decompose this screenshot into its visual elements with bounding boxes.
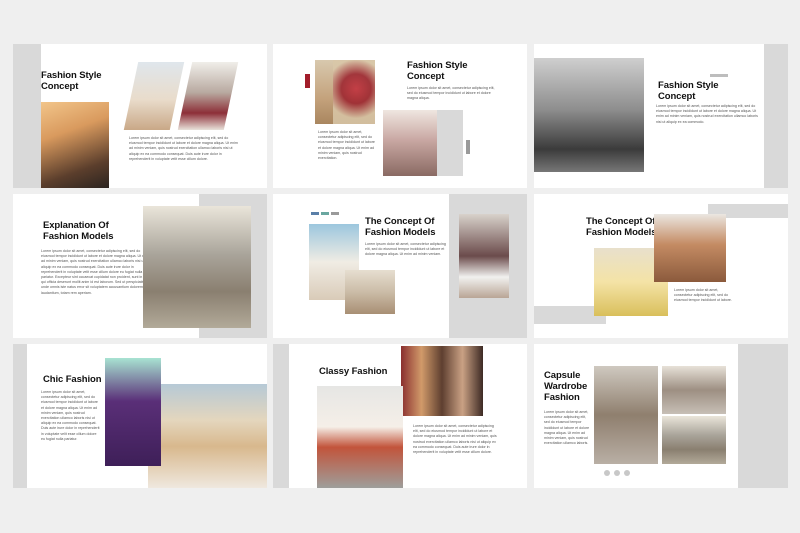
- slide-explanation-of-fashion-models[interactable]: Explanation Of Fashion Models Lorem ipsu…: [13, 194, 267, 338]
- photo-model-field: [662, 416, 726, 464]
- slide-title: Fashion Style Concept: [41, 70, 102, 92]
- photo-gray-dress-garden: [594, 366, 658, 464]
- blue-accent-bar: [311, 212, 319, 215]
- slide-title: The Concept Of Fashion Models: [365, 216, 436, 238]
- slide-title: Capsule Wardrobe Fashion: [544, 370, 588, 403]
- photo-bw-model-stairs: [534, 58, 644, 172]
- photo-brown-coat: [654, 214, 726, 282]
- photo-white-cardigan: [317, 386, 403, 488]
- slide-capsule-wardrobe-fashion[interactable]: Capsule Wardrobe Fashion Lorem ipsum dol…: [534, 344, 788, 488]
- photo-red-dress-detail: [333, 60, 375, 124]
- photo-pink-coat: [383, 110, 437, 176]
- slide-body-text: Lorem ipsum dolor sit amet, consectetur …: [129, 136, 238, 161]
- photo-clothes-rack: [401, 346, 483, 416]
- slide-classy-fashion[interactable]: Classy Fashion Lorem ipsum dolor sit ame…: [273, 344, 527, 488]
- slide-chic-fashion[interactable]: Chic Fashion Lorem ipsum dolor sit amet,…: [13, 344, 267, 488]
- photo-model-stairs: [345, 270, 395, 314]
- slide-title: Fashion Style Concept: [407, 60, 468, 82]
- teal-accent-bar: [321, 212, 329, 215]
- pagination-dot-2[interactable]: [614, 470, 620, 476]
- slide-concept-of-fashion-models-1[interactable]: The Concept Of Fashion Models Lorem ipsu…: [273, 194, 527, 338]
- photo-dress-field: [143, 206, 251, 328]
- slide-title: Fashion Style Concept: [658, 80, 719, 102]
- slide-body-text: Lorem ipsum dolor sit amet, consectetur …: [407, 86, 495, 101]
- slide-title: Explanation Of Fashion Models: [43, 220, 114, 242]
- slide-fashion-style-concept-2[interactable]: Fashion Style Concept Lorem ipsum dolor …: [273, 44, 527, 188]
- photo-street-model: [177, 62, 239, 130]
- slide-body-text: Lorem ipsum dolor sit amet, consectetur …: [41, 249, 152, 295]
- gray-panel: [273, 44, 527, 58]
- gray-panel: [273, 344, 289, 488]
- photo-city-street: [148, 384, 267, 488]
- gray-panel: [738, 344, 788, 488]
- photo-blonde-model: [662, 366, 726, 414]
- photo-beach-model: [123, 62, 185, 130]
- gray-accent-bar: [710, 74, 728, 77]
- gray-panel: [764, 44, 788, 188]
- slide-body-text: Lorem ipsum dolor sit amet, consectetur …: [413, 424, 497, 455]
- slide-body-text: Lorem ipsum dolor sit amet, consectetur …: [674, 288, 732, 303]
- gray-accent-bar: [466, 140, 470, 154]
- red-accent-bar: [305, 74, 310, 88]
- gray-accent-bar: [331, 212, 339, 215]
- slide-body-text: Lorem ipsum dolor sit amet, consectetur …: [544, 410, 590, 446]
- pagination-dot-1[interactable]: [604, 470, 610, 476]
- slide-fashion-style-concept-3[interactable]: Fashion Style Concept Lorem ipsum dolor …: [534, 44, 788, 188]
- photo-woman-hat: [41, 102, 109, 188]
- slide-concept-of-fashion-models-2[interactable]: The Concept Of Fashion Models Lorem ipsu…: [534, 194, 788, 338]
- gray-panel: [13, 44, 41, 188]
- photo-purple-dress: [105, 358, 161, 466]
- photo-three-models: [459, 214, 509, 298]
- slide-body-text: Lorem ipsum dolor sit amet, consectetur …: [656, 104, 758, 124]
- gray-panel: [13, 344, 27, 488]
- slide-fashion-style-concept-1[interactable]: Fashion Style Concept Lorem ipsum dolor …: [13, 44, 267, 188]
- slide-title: Classy Fashion: [319, 366, 388, 377]
- slide-body-text-2: Lorem ipsum dolor sit amet, consectetur …: [318, 130, 375, 161]
- slide-body-text: Lorem ipsum dolor sit amet, consectetur …: [41, 390, 100, 441]
- slide-body-text: Lorem ipsum dolor sit amet, consectetur …: [365, 242, 446, 257]
- pagination-dot-3[interactable]: [624, 470, 630, 476]
